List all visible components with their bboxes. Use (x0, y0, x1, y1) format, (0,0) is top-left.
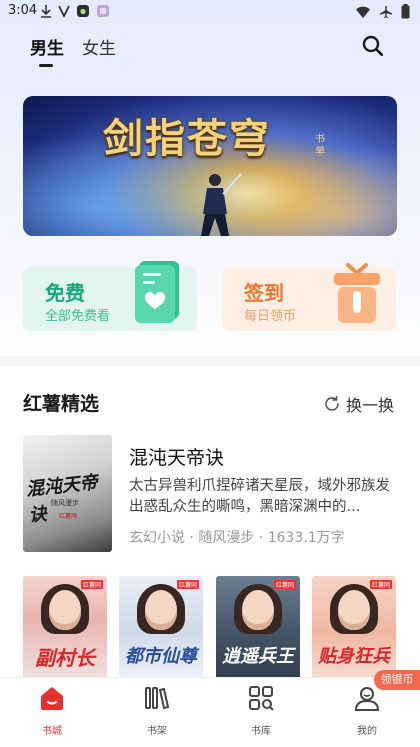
cover-author-text: 随风漫步 (51, 499, 79, 507)
cover-illustration-face (49, 590, 81, 630)
cover-title: 都市仙尊 (125, 646, 197, 667)
book-cover[interactable]: 红薯网 都市仙尊 (119, 576, 203, 686)
download-icon (41, 5, 51, 18)
collect-coins-badge[interactable]: 领银币 (374, 670, 420, 690)
home-icon (41, 687, 63, 710)
cover-logo-text: 红薯网 (59, 513, 78, 520)
battery-icon (401, 4, 410, 19)
heart-book-icon (135, 261, 179, 323)
cover-logo: 红薯网 (273, 580, 296, 589)
search-button[interactable] (361, 34, 385, 58)
tab-female[interactable]: 女生 (82, 34, 116, 59)
cover-illustration-face (145, 590, 177, 630)
cover-illustration-face (242, 590, 274, 630)
gender-tabs: 男生 女生 (30, 34, 116, 67)
profile-icon (354, 687, 380, 711)
free-card-title: 免费 (45, 281, 85, 305)
book-cover[interactable]: 红薯网 逍遥兵王 (216, 576, 300, 686)
gallery-app-icon (97, 5, 109, 17)
banner-tag: 书单 (315, 134, 325, 157)
nav-item-library[interactable]: 书库 (231, 684, 291, 737)
cover-logo: 红薯网 (369, 580, 392, 589)
search-icon (362, 35, 383, 56)
cover-illustration-face (338, 590, 370, 630)
bookshelf-icon (145, 687, 170, 710)
banner-title: 剑指苍穹 (103, 115, 271, 162)
airplane-icon (380, 5, 392, 18)
sign-card-title: 签到 (244, 281, 284, 305)
cover-logo: 红薯网 (176, 580, 199, 589)
status-time: 3:04 (8, 3, 38, 18)
section-title: 红薯精选 (23, 393, 100, 415)
featured-book-cover[interactable]: 混沌天帝诀 随风漫步 红薯网 (23, 435, 112, 552)
cover-title: 副村长 (35, 646, 95, 670)
v-app-icon (58, 5, 70, 18)
bottom-navigation: 书城 书架 书库 我的 (0, 677, 420, 747)
wifi-icon (356, 6, 370, 18)
cover-logo: 红薯网 (80, 580, 103, 589)
free-read-card[interactable]: 免费 全部免费看 (23, 261, 197, 331)
refresh-button[interactable]: 换一换 (323, 392, 394, 416)
sign-in-card[interactable]: 签到 每日领币 (222, 263, 396, 331)
cover-title: 贴身狂兵 (318, 646, 390, 667)
status-bar: 3:04 (0, 0, 420, 24)
featured-book-title[interactable]: 混沌天帝诀 (129, 443, 224, 470)
gift-box-icon (334, 263, 380, 323)
promo-banner[interactable]: 剑指苍穹 书单 (23, 96, 397, 236)
free-card-subtitle: 全部免费看 (45, 309, 111, 324)
camera-app-icon (77, 5, 89, 17)
refresh-label: 换一换 (346, 396, 395, 415)
nav-label: 我的 (357, 726, 377, 737)
refresh-icon (325, 395, 339, 411)
nav-item-bookstore[interactable]: 书城 (22, 684, 82, 737)
nav-label: 书城 (42, 726, 62, 737)
nav-item-bookshelf[interactable]: 书架 (127, 684, 187, 737)
hero-figure-image (201, 173, 242, 236)
section-divider (0, 356, 420, 366)
cover-title: 逍遥兵王 (222, 646, 294, 667)
featured-book-description: 太古异兽利爪捏碎诸天星辰，域外邪族发出惑乱众生的嘶鸣，黑暗深渊中的... (129, 478, 390, 515)
featured-book-meta: 玄幻小说 · 随风漫步 · 1633.1万字 (129, 530, 345, 546)
nav-label: 书库 (251, 726, 271, 737)
nav-item-profile[interactable]: 我的 (337, 684, 397, 737)
nav-label: 书架 (147, 726, 167, 737)
sign-card-subtitle: 每日领币 (244, 309, 297, 324)
library-icon (249, 686, 274, 711)
book-cover[interactable]: 红薯网 副村长 (23, 576, 107, 686)
tab-male[interactable]: 男生 (30, 34, 64, 67)
